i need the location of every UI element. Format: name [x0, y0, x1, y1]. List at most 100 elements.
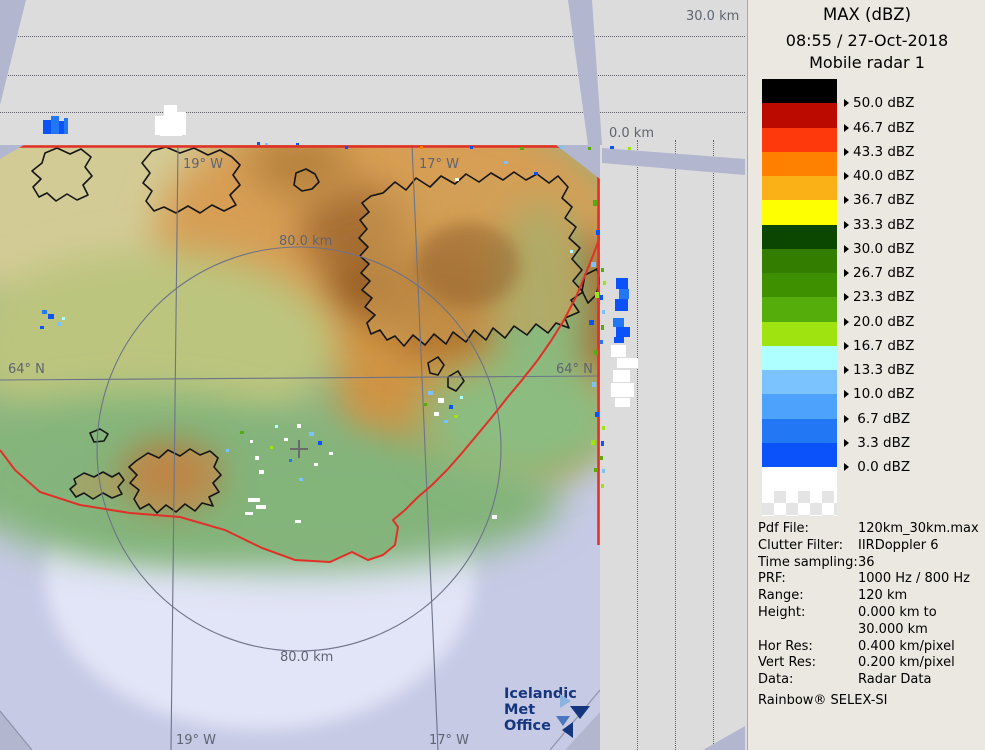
metadata-row: Height: 0.000 km to 30.000 km	[758, 605, 980, 639]
legend-arrow-icon	[844, 269, 849, 277]
metadata-value: Radar Data	[858, 672, 932, 688]
legend-color-band	[762, 297, 837, 322]
radar-echo	[614, 337, 624, 343]
radar-echo	[284, 438, 288, 441]
product-datetime: 08:55 / 27-Oct-2018	[785, 31, 949, 50]
legend-label: 40.0 dBZ	[844, 168, 914, 184]
metadata-row: Clutter Filter: IIRDoppler 6	[758, 538, 980, 555]
legend-label: 43.3 dBZ	[844, 144, 914, 160]
radar-echo	[594, 350, 598, 355]
legend-label: 50.0 dBZ	[844, 95, 914, 111]
height-gridline-15km-v	[675, 140, 676, 750]
radar-echo	[615, 398, 630, 407]
legend-color-band	[762, 394, 837, 419]
map-label: 30.0 km	[686, 9, 740, 24]
map-label: 80.0 km	[280, 650, 334, 665]
product-title: MAX (dBZ)	[822, 5, 912, 24]
map-label: 0.0 km	[609, 126, 654, 141]
map-label: 64° N	[556, 362, 593, 377]
radar-echo	[62, 317, 65, 320]
legend-color-band	[762, 370, 837, 395]
legend-arrow-icon	[844, 99, 849, 108]
metadata-label: Range:	[758, 588, 804, 604]
legend-arrow-icon	[844, 317, 849, 326]
metadata-value: 1000 Hz / 800 Hz	[858, 571, 971, 587]
radar-echo	[296, 143, 299, 145]
radar-echo	[318, 441, 322, 445]
radar-name: Mobile radar 1	[809, 53, 925, 72]
radar-echo	[534, 172, 538, 175]
product-metadata: Pdf File: 120km_30km.max Clutter Filter: II…	[758, 521, 980, 710]
metadata-value: 36	[858, 554, 875, 570]
metadata-label: Data:	[758, 672, 794, 688]
radar-echo	[42, 310, 47, 314]
radar-echo	[309, 432, 314, 436]
legend-color-band	[762, 151, 837, 176]
radar-echo	[470, 146, 473, 149]
map-label: 80.0 km	[279, 234, 333, 249]
metadata-row: Vert Res: 0.200 km/pixel	[758, 655, 980, 672]
radar-echo	[594, 468, 598, 472]
legend-label: 16.7 dBZ	[844, 338, 914, 354]
radar-echo	[600, 295, 603, 300]
logo-triangle-icon	[562, 722, 573, 738]
radar-echo	[449, 405, 453, 409]
software-signature: Rainbow® SELEX-SI	[758, 692, 888, 708]
metadata-value: 0.000 km to 30.000 km	[858, 604, 941, 637]
radar-echo	[619, 289, 629, 299]
radar-echo	[460, 396, 463, 399]
metadata-label: Vert Res:	[758, 655, 817, 671]
legend-label: 20.0 dBZ	[844, 314, 914, 330]
legend-color-band	[762, 442, 837, 467]
radar-echo	[570, 250, 573, 253]
legend-color-band	[762, 345, 837, 370]
legend-color-band	[762, 103, 837, 128]
metadata-label: Pdf File:	[758, 521, 809, 536]
logo-text-line2: Office	[504, 718, 551, 734]
radar-echo	[289, 459, 292, 462]
radar-echo	[613, 370, 630, 382]
radar-echo	[595, 292, 599, 298]
legend-color-band	[762, 127, 837, 152]
radar-echo	[297, 424, 301, 428]
legend-label: 10.0 dBZ	[844, 386, 914, 402]
metadata-label: PRF:	[758, 571, 786, 587]
metadata-row: Hor Res: 0.400 km/pixel	[758, 639, 980, 656]
map-label: 19° W	[176, 733, 217, 748]
metadata-value: 120 km	[858, 588, 908, 604]
radar-echo	[492, 515, 497, 519]
map-label: 17° W	[419, 157, 460, 172]
radar-echo	[601, 268, 604, 272]
legend-arrow-icon	[844, 220, 849, 229]
legend-color-band	[762, 79, 837, 104]
radar-echo	[601, 325, 604, 330]
legend-arrow-icon	[844, 196, 849, 205]
legend-label: 3.3 dBZ	[844, 435, 910, 451]
radar-echo	[438, 398, 444, 403]
height-gridline-7km	[0, 112, 745, 113]
radar-echo	[595, 412, 599, 417]
metadata-row: Pdf File: 120km_30km.max	[758, 521, 980, 538]
legend-label: 6.7 dBZ	[844, 411, 910, 427]
radar-echo	[40, 326, 44, 329]
radar-echo	[250, 440, 253, 443]
radar-echo	[226, 449, 229, 452]
height-gridline-22km-v	[713, 140, 714, 750]
radar-echo	[265, 143, 268, 145]
metadata-label: Height:	[758, 604, 806, 620]
legend-color-band	[762, 224, 837, 249]
metadata-value: 120km_30km.max	[858, 521, 979, 536]
legend-label: 46.7 dBZ	[844, 120, 914, 136]
radar-echo	[616, 327, 630, 337]
radar-echo	[314, 463, 318, 466]
legend-arrow-icon	[844, 390, 849, 399]
map-label: 19° W	[183, 157, 224, 172]
radar-echo	[444, 420, 448, 423]
radar-app-window: Icelandic Met Office MAX (dBZ) 08:55 / 2…	[0, 0, 985, 750]
legend-arrow-icon	[844, 438, 849, 447]
radar-echo	[428, 391, 433, 395]
radar-echo	[160, 130, 182, 136]
legend-transparent-band	[762, 491, 837, 516]
radar-echo	[616, 278, 628, 289]
radar-echo	[329, 452, 333, 455]
